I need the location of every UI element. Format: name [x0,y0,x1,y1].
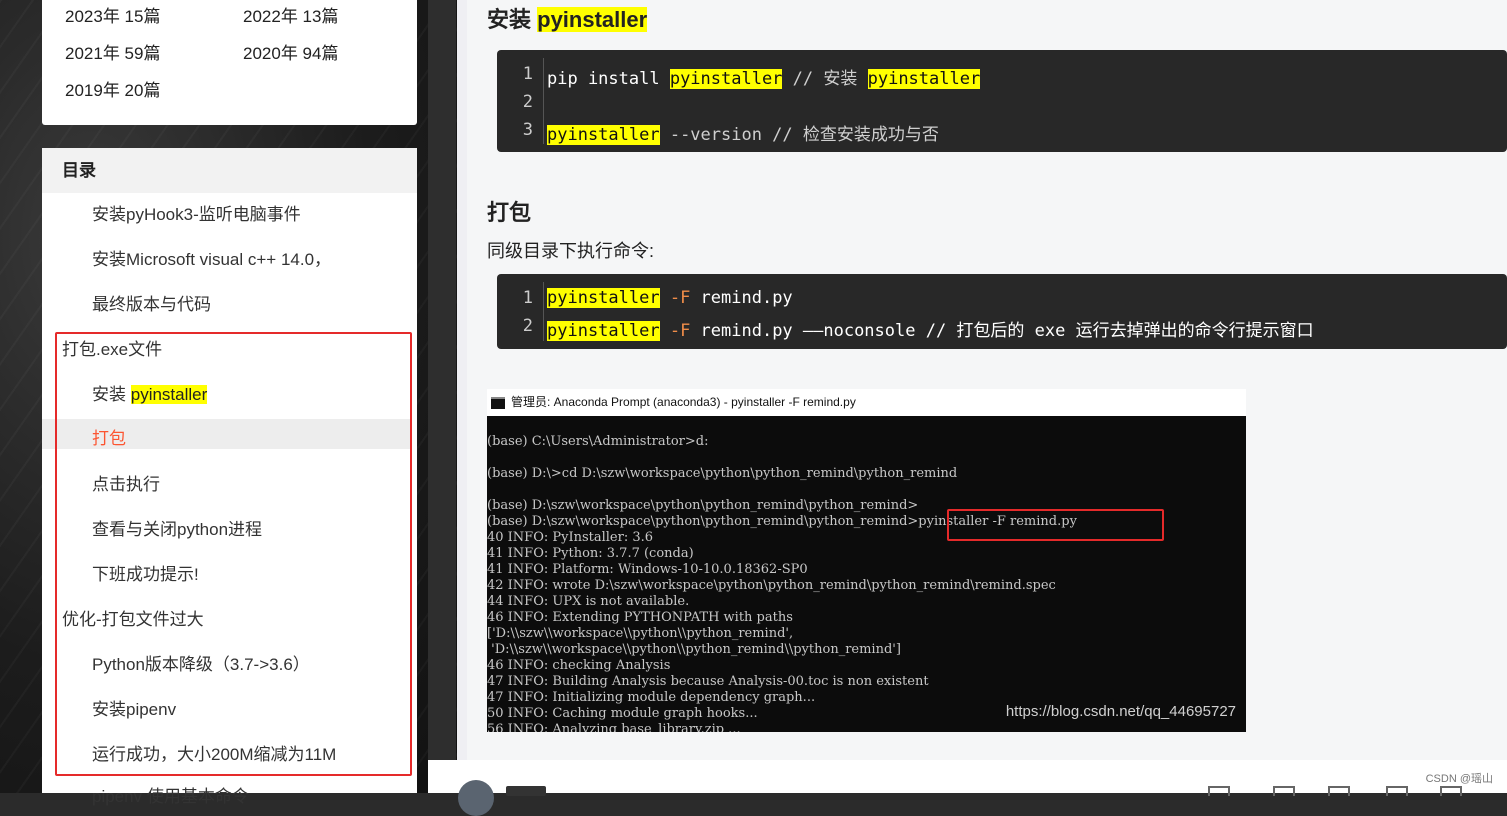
code-token-highlight: pyinstaller [547,321,660,341]
line-number: 2 [522,316,533,336]
code-flag: -F [659,288,691,308]
author-footer-bar: CSDN @瑶山 [428,760,1507,816]
code-token-highlight: pyinstaller [867,69,981,89]
author-name[interactable] [506,786,546,796]
terminal-line: 41 INFO: Platform: Windows-10-10.0.18362… [487,562,808,577]
terminal-line: 40 INFO: PyInstaller: 3.6 [487,530,654,545]
image-watermark: https://blog.csdn.net/qq_44695727 [1005,703,1236,720]
annotation-red-box [55,332,412,776]
terminal-line: 'D:\\szw\\workspace\\python\\python_remi… [487,642,901,657]
archive-year-2023[interactable]: 2023年 15篇 [65,2,160,27]
archive-year-2022[interactable]: 2022年 13篇 [243,2,338,27]
code-token: --version // 检查安装成功与否 [659,125,939,145]
code-token: pip install [547,69,670,89]
line-number: 1 [522,288,533,308]
code-gutter [543,282,544,341]
terminal-title-bar: 管理员: Anaconda Prompt (anaconda3) - pyins… [487,389,1246,416]
terminal-annotation-box [947,509,1164,541]
terminal-line: 50 INFO: Caching module graph hooks... [487,706,758,721]
archive-year-2019[interactable]: 2019年 20篇 [65,76,160,101]
toc-item-pyhook3[interactable]: 安装pyHook3-监听电脑事件 [92,200,301,225]
toc-item-msvc[interactable]: 安装Microsoft visual c++ 14.0， [92,245,331,270]
terminal-screenshot[interactable]: 管理员: Anaconda Prompt (anaconda3) - pyins… [487,389,1246,732]
dislike-icon[interactable] [1273,786,1295,796]
paragraph: 同级目录下执行命令: [487,241,655,261]
section-title-install: 安装 pyinstaller [487,2,648,34]
line-number: 2 [522,92,533,112]
archive-year-2020[interactable]: 2020年 94篇 [243,39,338,64]
star-icon[interactable] [1328,786,1350,796]
terminal-icon [491,397,505,409]
code-comment: // 安装 [782,69,868,89]
code-token: remind.py ——noconsole // 打包后的 exe 运行去掉弹出… [690,321,1314,341]
terminal-line: 46 INFO: checking Analysis [487,658,671,673]
terminal-line: 42 INFO: wrote D:\szw\workspace\python\p… [487,578,1056,593]
section-title-highlight: pyinstaller [537,7,648,32]
terminal-line: (base) D:\>cd D:\szw\workspace\python\py… [487,466,958,481]
code-line: pyinstaller -F remind.py [547,288,793,308]
sidebar-gutter [428,0,456,793]
code-line: pyinstaller --version // 检查安装成功与否 [547,120,939,145]
code-token: remind.py [690,288,793,308]
code-flag: -F [659,321,691,341]
archive-year-2021[interactable]: 2021年 59篇 [65,39,160,64]
line-number: 3 [522,120,533,140]
code-token-highlight: pyinstaller [547,125,660,145]
code-gutter [543,58,544,144]
terminal-line: (base) D:\szw\workspace\python\python_re… [487,498,919,513]
terminal-line: (base) C:\Users\Administrator>d: [487,434,709,449]
terminal-line: 56 INFO: Analyzing base_library.zip ... [487,722,741,732]
code-block-install[interactable]: 1 2 3 pip install pyinstaller // 安装 pyin… [497,50,1507,152]
comment-icon[interactable] [1386,786,1408,796]
terminal-line: 47 INFO: Building Analysis because Analy… [487,674,929,689]
terminal-line: 41 INFO: Python: 3.7.7 (conda) [487,546,694,561]
code-token-highlight: pyinstaller [669,69,783,89]
terminal-line: ['D:\\szw\\workspace\\python\\python_rem… [487,626,794,641]
csdn-author-label: CSDN @瑶山 [1425,773,1493,785]
terminal-line: 44 INFO: UPX is not available. [487,594,690,609]
code-line: pip install pyinstaller // 安装 pyinstalle… [547,64,981,89]
terminal-line: 47 INFO: Initializing module dependency … [487,690,816,705]
toc-item-final-version[interactable]: 最终版本与代码 [92,290,211,315]
line-number: 1 [522,64,533,84]
like-icon[interactable] [1208,786,1230,796]
code-line: pyinstaller -F remind.py ——noconsole // … [547,316,1314,341]
share-icon[interactable] [1440,786,1462,796]
terminal-output: (base) C:\Users\Administrator>d: (base) … [487,416,1246,732]
section-title-text: 安装 [487,7,538,32]
section-title-package: 打包 [487,200,532,225]
code-token-highlight: pyinstaller [547,288,660,308]
toc-title: 目录 [42,148,417,193]
terminal-title: 管理员: Anaconda Prompt (anaconda3) - pyins… [511,395,856,409]
archive-panel: 2023年 15篇 2022年 13篇 2021年 59篇 2020年 94篇 … [42,0,417,125]
terminal-line: 46 INFO: Extending PYTHONPATH with paths [487,610,793,625]
avatar[interactable] [458,780,494,816]
code-block-package[interactable]: 1 2 pyinstaller -F remind.py pyinstaller… [497,274,1507,349]
toc-item-pipenv-commands[interactable]: pipenv 使用基本命令 [92,782,249,807]
